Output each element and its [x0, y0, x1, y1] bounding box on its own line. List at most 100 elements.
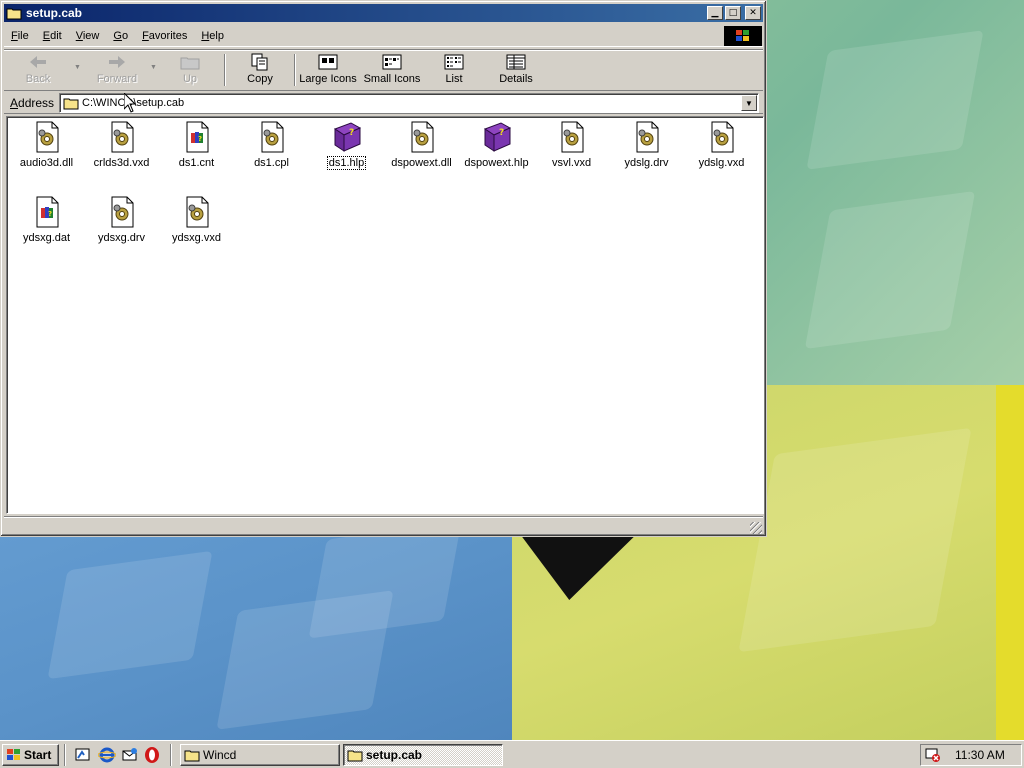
- file-item[interactable]: ? dspowext.hlp: [459, 121, 534, 169]
- help-book-icon: ?: [483, 122, 511, 152]
- windows-logo-icon: [7, 749, 20, 760]
- menu-bar: File Edit View Go Favorites Help: [4, 25, 763, 47]
- details-button[interactable]: Details: [492, 53, 540, 89]
- file-item[interactable]: ds1.cpl: [234, 121, 309, 169]
- forward-arrow-icon: [106, 53, 128, 71]
- start-label: Start: [24, 748, 52, 762]
- gear-file-icon: [186, 196, 208, 228]
- status-bar: [4, 516, 763, 535]
- file-list-pane[interactable]: audio3d.dll crlds3d.vxd? ds1.cnt ds1.cpl? ds…: [6, 116, 764, 514]
- copy-button[interactable]: Copy: [238, 53, 282, 89]
- resize-grip-icon[interactable]: [750, 522, 762, 534]
- menu-file[interactable]: File: [4, 30, 36, 42]
- file-item[interactable]: vsvl.vxd: [534, 121, 609, 169]
- help-contents-file-icon: ?: [36, 196, 58, 228]
- file-item[interactable]: ydslg.vxd: [684, 121, 759, 169]
- list-label: List: [445, 73, 463, 85]
- taskbar-button-setup-cab[interactable]: setup.cab: [343, 744, 503, 766]
- file-name: crlds3d.vxd: [93, 157, 150, 169]
- file-name: dspowext.hlp: [464, 157, 529, 169]
- task-label: setup.cab: [366, 748, 423, 762]
- menu-view[interactable]: View: [69, 30, 107, 42]
- maximize-button[interactable]: □: [725, 6, 741, 20]
- gear-file-icon: [711, 121, 733, 153]
- small-icons-view-icon: [381, 53, 403, 71]
- file-item[interactable]: ? ds1.hlp: [309, 121, 384, 170]
- file-name: vsvl.vxd: [551, 157, 592, 169]
- svg-text:?: ?: [499, 128, 504, 138]
- file-item[interactable]: dspowext.dll: [384, 121, 459, 169]
- large-icons-view-icon: [317, 53, 339, 71]
- back-button[interactable]: Back: [10, 53, 66, 89]
- wallpaper-tile: [806, 30, 984, 170]
- forward-button[interactable]: Forward: [88, 53, 146, 89]
- large-icons-button[interactable]: Large Icons: [298, 53, 358, 89]
- address-input[interactable]: C:\WINCD\setup.cab ▼: [59, 93, 759, 113]
- help-contents-file-icon: ?: [186, 121, 208, 153]
- details-label: Details: [499, 73, 533, 85]
- opera-browser-icon[interactable]: [143, 746, 161, 764]
- wallpaper-flag-shape: [509, 535, 636, 600]
- system-tray: 11:30 AM: [920, 744, 1022, 766]
- network-error-icon[interactable]: [925, 747, 941, 763]
- file-name: ds1.cnt: [178, 157, 215, 169]
- address-label: Address: [10, 95, 55, 110]
- file-name: ydsxg.dat: [22, 232, 71, 244]
- menu-go[interactable]: Go: [106, 30, 135, 42]
- large-icons-label: Large Icons: [299, 73, 357, 85]
- menu-edit[interactable]: Edit: [36, 30, 69, 42]
- folder-icon: [347, 750, 363, 761]
- list-button[interactable]: List: [434, 53, 474, 89]
- forward-label: Forward: [96, 73, 138, 85]
- gear-file-icon: [36, 121, 58, 153]
- file-item[interactable]: ydsxg.drv: [84, 196, 159, 244]
- clock[interactable]: 11:30 AM: [955, 748, 1005, 762]
- menu-help[interactable]: Help: [194, 30, 231, 42]
- back-label: Back: [25, 73, 51, 85]
- toolbar-separator: [224, 54, 226, 86]
- file-item[interactable]: ? ds1.cnt: [159, 121, 234, 169]
- internet-explorer-icon[interactable]: [98, 746, 116, 764]
- outlook-express-icon[interactable]: [121, 746, 139, 764]
- start-button[interactable]: Start: [2, 744, 59, 766]
- title-bar[interactable]: setup.cab ▁ □ ✕: [4, 4, 763, 22]
- file-item[interactable]: ydsxg.vxd: [159, 196, 234, 244]
- gear-file-icon: [111, 196, 133, 228]
- small-icons-button[interactable]: Small Icons: [362, 53, 422, 89]
- details-view-icon: [505, 53, 527, 71]
- up-button[interactable]: Up: [170, 53, 210, 89]
- up-label: Up: [182, 73, 198, 85]
- explorer-window[interactable]: setup.cab ▁ □ ✕ File Edit View Go Favori…: [0, 0, 767, 537]
- mouse-cursor-icon: [124, 93, 136, 113]
- taskbar-separator: [64, 744, 66, 766]
- file-item[interactable]: audio3d.dll: [9, 121, 84, 169]
- file-item[interactable]: crlds3d.vxd: [84, 121, 159, 169]
- file-name: ydslg.drv: [624, 157, 669, 169]
- wallpaper-stripe: [996, 385, 1024, 740]
- file-name: ydslg.vxd: [698, 157, 745, 169]
- show-desktop-icon[interactable]: [74, 746, 92, 764]
- wallpaper-tile: [47, 550, 213, 680]
- list-view-icon: [443, 53, 465, 71]
- gear-file-icon: [261, 121, 283, 153]
- address-dropdown-button[interactable]: ▼: [741, 95, 757, 111]
- file-item[interactable]: ydslg.drv: [609, 121, 684, 169]
- back-dropdown-icon[interactable]: ▼: [74, 64, 81, 71]
- file-name: ydsxg.vxd: [172, 232, 221, 244]
- gear-file-icon: [411, 121, 433, 153]
- window-title: setup.cab: [26, 6, 83, 20]
- file-name: dspowext.dll: [391, 157, 452, 169]
- folder-icon: [6, 8, 22, 20]
- small-icons-label: Small Icons: [363, 73, 421, 85]
- taskbar-button-wincd[interactable]: Wincd: [180, 744, 340, 766]
- address-bar: Address C:\WINCD\setup.cab ▼: [4, 92, 763, 114]
- windows-logo-icon: [724, 26, 762, 46]
- forward-dropdown-icon[interactable]: ▼: [150, 64, 157, 71]
- close-button[interactable]: ✕: [745, 6, 761, 20]
- file-name: ds1.hlp: [326, 156, 367, 170]
- copy-label: Copy: [247, 73, 273, 85]
- wallpaper-tile: [804, 190, 976, 350]
- menu-favorites[interactable]: Favorites: [135, 30, 194, 42]
- minimize-button[interactable]: ▁: [707, 6, 723, 20]
- file-item[interactable]: ? ydsxg.dat: [9, 196, 84, 244]
